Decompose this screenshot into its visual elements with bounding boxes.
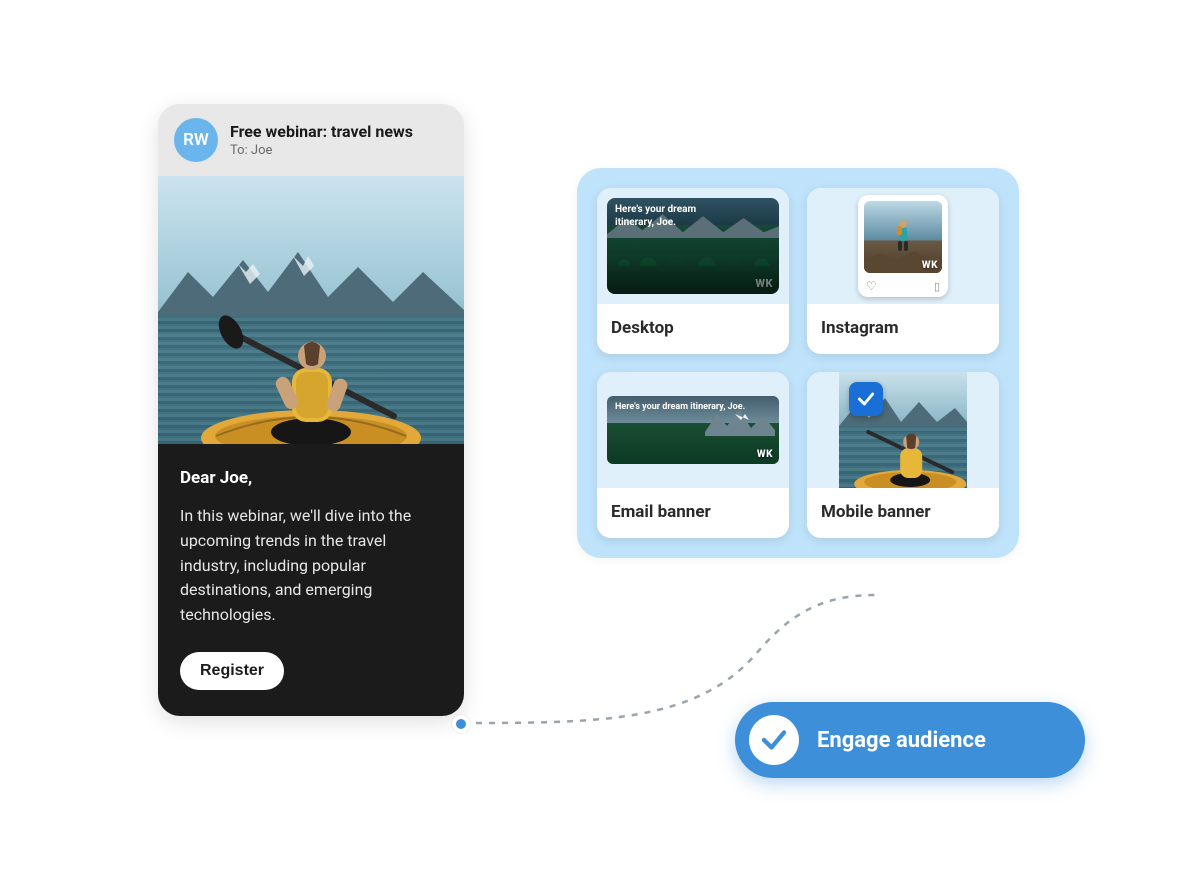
connector-origin-dot xyxy=(452,715,470,733)
asset-email-banner-thumb: Here's your dream itinerary, Joe. WK xyxy=(597,372,789,488)
asset-variant-panel: Here's your dream itinerary, Joe. WK Des… xyxy=(577,168,1019,558)
register-button-label: Register xyxy=(200,662,264,679)
banner-graphic: Here's your dream itinerary, Joe. WK xyxy=(607,396,779,464)
engage-audience-button[interactable]: Engage audience xyxy=(735,702,1085,778)
asset-mobile-banner-label: Mobile banner xyxy=(807,488,999,538)
instagram-frame-graphic: ••• xyxy=(858,195,948,297)
bookmark-icon: ▯ xyxy=(934,280,940,293)
asset-desktop-thumb: Here's your dream itinerary, Joe. WK xyxy=(597,188,789,304)
asset-desktop[interactable]: Here's your dream itinerary, Joe. WK Des… xyxy=(597,188,789,354)
desktop-watermark: WK xyxy=(755,277,773,290)
instagram-watermark: WK xyxy=(922,260,938,271)
kayak-graphic xyxy=(196,298,426,444)
email-to-line: To: Joe xyxy=(230,143,413,158)
asset-instagram[interactable]: ••• xyxy=(807,188,999,354)
email-header: RW Free webinar: travel news To: Joe xyxy=(158,104,464,176)
email-paragraph: In this webinar, we'll dive into the upc… xyxy=(180,504,442,628)
asset-instagram-thumb: ••• xyxy=(807,188,999,304)
asset-grid: Here's your dream itinerary, Joe. WK Des… xyxy=(597,188,999,538)
selected-check-icon xyxy=(849,382,883,416)
asset-instagram-label: Instagram xyxy=(807,304,999,354)
engage-audience-label: Engage audience xyxy=(817,728,986,753)
desktop-overlay-text: Here's your dream itinerary, Joe. xyxy=(615,204,725,229)
mobile-banner-graphic xyxy=(839,372,967,488)
forest-scene-graphic: Here's your dream itinerary, Joe. WK xyxy=(607,198,779,294)
asset-desktop-label: Desktop xyxy=(597,304,789,354)
instagram-image-graphic: WK xyxy=(864,201,942,273)
asset-email-banner-label: Email banner xyxy=(597,488,789,538)
email-titles: Free webinar: travel news To: Joe xyxy=(230,122,413,158)
register-button[interactable]: Register xyxy=(180,652,284,690)
email-hero-image xyxy=(158,176,464,444)
asset-mobile-banner-thumb xyxy=(807,372,999,488)
email-banner-overlay-text: Here's your dream itinerary, Joe. xyxy=(615,402,745,412)
email-subject: Free webinar: travel news xyxy=(230,122,413,141)
email-body: Dear Joe, In this webinar, we'll dive in… xyxy=(158,444,464,716)
thumb-kayak-graphic xyxy=(850,412,967,488)
email-banner-watermark: WK xyxy=(757,449,773,460)
email-greeting: Dear Joe, xyxy=(180,468,442,488)
hiker-graphic xyxy=(892,219,914,253)
thumb-trees-graphic xyxy=(607,232,779,266)
heart-icon: ♡ xyxy=(866,279,877,293)
sender-avatar: RW xyxy=(174,118,218,162)
asset-email-banner[interactable]: Here's your dream itinerary, Joe. WK Ema… xyxy=(597,372,789,538)
asset-mobile-banner[interactable]: Mobile banner xyxy=(807,372,999,538)
avatar-initials: RW xyxy=(183,130,209,150)
check-circle-icon xyxy=(749,715,799,765)
email-preview-card: RW Free webinar: travel news To: Joe xyxy=(158,104,464,716)
